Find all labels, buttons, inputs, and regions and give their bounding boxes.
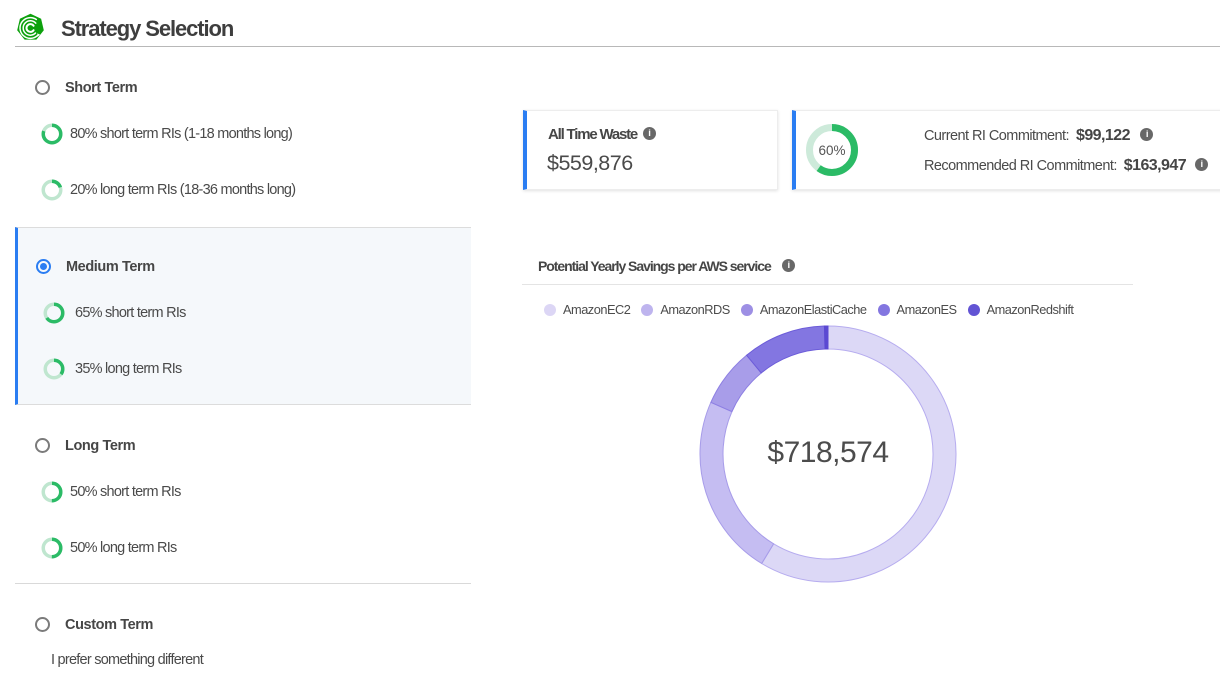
svg-text:$718,574: $718,574	[767, 436, 888, 469]
svg-text:60%: 60%	[818, 143, 845, 158]
